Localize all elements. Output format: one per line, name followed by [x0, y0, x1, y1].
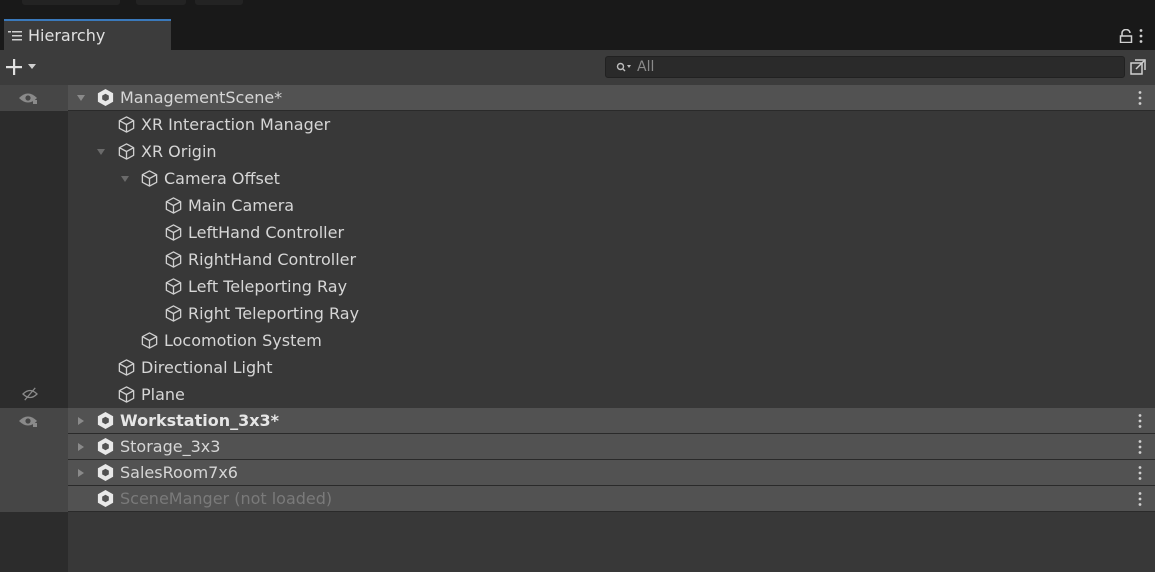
row-label: RightHand Controller	[188, 250, 357, 269]
row-label: Plane	[141, 385, 185, 404]
cube-icon	[165, 224, 182, 241]
row-label: Directional Light	[141, 358, 273, 377]
scene-menu-icon[interactable]	[1137, 491, 1143, 507]
expand-arrow-down-icon[interactable]	[76, 93, 86, 103]
cube-icon	[118, 116, 135, 133]
plus-icon	[6, 59, 22, 75]
visibility-eye-icon[interactable]	[18, 91, 38, 105]
create-dropdown-button[interactable]	[4, 53, 52, 81]
tree-item[interactable]: Camera Offset	[0, 166, 1155, 192]
hidden-eye-icon[interactable]	[20, 387, 40, 401]
expand-arrow-down-icon[interactable]	[120, 174, 130, 184]
lock-icon[interactable]	[1119, 29, 1133, 43]
tree-item[interactable]: Locomotion System	[0, 328, 1155, 354]
cube-icon	[141, 170, 158, 187]
row-label: SceneManger (not loaded)	[120, 489, 333, 508]
cube-icon	[165, 251, 182, 268]
scene-menu-icon[interactable]	[1137, 90, 1143, 106]
tree-item[interactable]: Main Camera	[0, 193, 1155, 219]
hierarchy-list-icon	[8, 30, 22, 40]
tree-item[interactable]: Directional Light	[0, 355, 1155, 381]
row-label: ManagementScene*	[120, 88, 283, 107]
popout-search-icon[interactable]	[1128, 57, 1148, 77]
unity-scene-icon	[97, 463, 114, 482]
scene-menu-icon[interactable]	[1137, 465, 1143, 481]
expand-arrow-down-icon[interactable]	[96, 147, 106, 157]
row-label: Right Teleporting Ray	[188, 304, 360, 323]
tree-item[interactable]: Right Teleporting Ray	[0, 301, 1155, 327]
dropdown-arrow-icon	[28, 64, 36, 69]
ghost-tab	[22, 0, 120, 5]
tree-item[interactable]: LeftHand Controller	[0, 220, 1155, 246]
cube-icon	[165, 197, 182, 214]
tree-item[interactable]: XR Origin	[0, 139, 1155, 165]
tree-item[interactable]: Plane	[0, 382, 1155, 408]
tree-item[interactable]: RightHand Controller	[0, 247, 1155, 273]
expand-arrow-right-icon[interactable]	[76, 468, 86, 478]
ghost-tab	[136, 0, 186, 5]
row-label: Camera Offset	[164, 169, 280, 188]
visibility-eye-icon[interactable]	[18, 414, 38, 428]
scene-row[interactable]: ManagementScene*	[0, 85, 1155, 111]
scene-row[interactable]: Storage_3x3	[0, 434, 1155, 460]
scene-row[interactable]: Workstation_3x3*	[0, 408, 1155, 434]
tab-hierarchy[interactable]: Hierarchy	[4, 19, 171, 50]
expand-arrow-right-icon[interactable]	[76, 442, 86, 452]
unity-scene-icon	[97, 437, 114, 456]
search-icon	[616, 62, 631, 72]
tree-item[interactable]: XR Interaction Manager	[0, 112, 1155, 138]
scene-gutter	[0, 434, 68, 460]
search-field[interactable]	[605, 56, 1125, 78]
row-label: XR Origin	[141, 142, 217, 161]
row-label: Workstation_3x3*	[120, 411, 280, 430]
cube-icon	[141, 332, 158, 349]
tree-item[interactable]: Left Teleporting Ray	[0, 274, 1155, 300]
ghost-tab	[195, 0, 243, 5]
scene-row[interactable]: SalesRoom7x6	[0, 460, 1155, 486]
row-label: XR Interaction Manager	[141, 115, 331, 134]
scene-gutter	[0, 486, 68, 512]
scene-gutter	[0, 460, 68, 486]
row-label: Locomotion System	[164, 331, 322, 350]
cube-icon	[165, 305, 182, 322]
tab-label: Hierarchy	[28, 26, 106, 45]
tab-bar: Hierarchy	[0, 7, 1155, 50]
expand-arrow-right-icon[interactable]	[76, 416, 86, 426]
row-label: Storage_3x3	[120, 437, 221, 456]
hierarchy-toolbar	[0, 50, 1155, 85]
row-label: Main Camera	[188, 196, 295, 215]
row-label: SalesRoom7x6	[120, 463, 238, 482]
row-label: Left Teleporting Ray	[188, 277, 348, 296]
unity-scene-icon	[97, 489, 114, 508]
scene-menu-icon[interactable]	[1137, 413, 1143, 429]
panel-menu-icon[interactable]	[1138, 28, 1144, 44]
search-input[interactable]	[637, 59, 1107, 75]
cube-icon	[118, 386, 135, 403]
row-label: LeftHand Controller	[188, 223, 345, 242]
unity-scene-icon	[97, 411, 114, 430]
cube-icon	[118, 143, 135, 160]
hierarchy-tree: ManagementScene* XR Interaction Manager …	[0, 85, 1155, 572]
window-top-strip	[0, 0, 1155, 7]
cube-icon	[118, 359, 135, 376]
cube-icon	[165, 278, 182, 295]
scene-row[interactable]: SceneManger (not loaded)	[0, 486, 1155, 512]
scene-menu-icon[interactable]	[1137, 439, 1143, 455]
unity-scene-icon	[97, 88, 114, 107]
